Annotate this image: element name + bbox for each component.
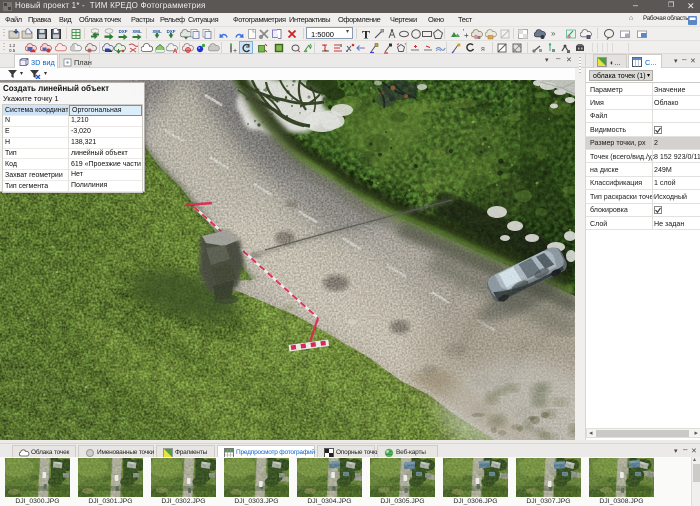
svg-text:я: я xyxy=(481,46,485,53)
svg-text:0.5: 0.5 xyxy=(9,48,16,53)
svg-text:+: + xyxy=(464,31,469,40)
svg-text:XML: XML xyxy=(132,29,142,34)
svg-text:T: T xyxy=(362,28,370,40)
svg-text:DXF: DXF xyxy=(119,29,128,34)
